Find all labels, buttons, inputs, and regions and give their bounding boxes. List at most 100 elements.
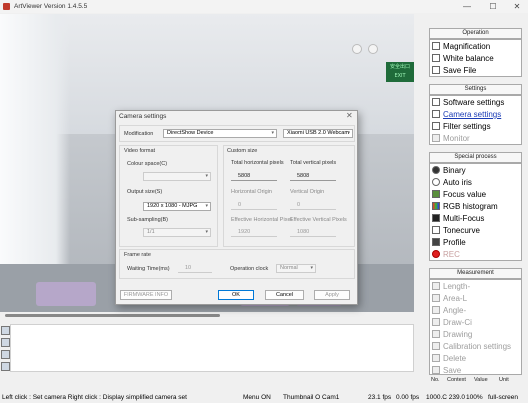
filter-settings-button[interactable]: Filter settings: [432, 121, 524, 132]
length-button[interactable]: Length-: [432, 281, 524, 292]
camera-settings-button[interactable]: Camera settings: [432, 109, 524, 120]
eff-h-input[interactable]: 1920: [231, 228, 277, 237]
measurement-col-value: Value: [474, 377, 488, 383]
cancel-button[interactable]: Cancel: [265, 290, 304, 300]
monitor-button[interactable]: Monitor: [432, 133, 524, 144]
ok-button[interactable]: OK: [218, 290, 254, 300]
status-fps-2: 0.00 fps: [396, 394, 420, 401]
chevron-down-icon: ▾: [205, 173, 208, 179]
output-size-select[interactable]: 1920 x 1080 - MJPG ▾: [143, 202, 211, 211]
dialog-close-button[interactable]: ✕: [346, 111, 353, 120]
ceiling-lamp: [352, 44, 362, 54]
modification-label: Modification: [124, 131, 154, 137]
close-button[interactable]: ✕: [506, 1, 528, 12]
magnification-button[interactable]: Magnification: [432, 41, 524, 52]
area-icon: [432, 294, 440, 302]
chevron-down-icon: ▾: [310, 265, 313, 271]
sub-sampling-select[interactable]: 1/1 ▾: [143, 228, 211, 237]
rec-button[interactable]: REC: [432, 249, 524, 260]
delete-button[interactable]: Delete: [432, 353, 524, 364]
filter-settings-icon: [432, 122, 440, 130]
op-clock-label: Operation clock: [230, 266, 269, 272]
software-settings-button[interactable]: Software settings: [432, 97, 524, 108]
eff-v-input[interactable]: 1080: [290, 228, 336, 237]
save-button[interactable]: Save: [432, 365, 524, 376]
maximize-button[interactable]: ☐: [482, 1, 504, 12]
save-file-icon: [432, 66, 440, 74]
scrollbar-thumb[interactable]: [5, 314, 220, 317]
colour-space-label: Colour space(C): [127, 161, 168, 167]
delete-icon: [432, 354, 440, 362]
device-select[interactable]: Xiaomi USB 2.0 Webcam ▾: [283, 129, 353, 138]
thumbnail-strip: [0, 324, 10, 372]
rgb-histogram-icon: [432, 202, 440, 210]
output-size-label: Output size(S): [127, 189, 163, 195]
drawing-button[interactable]: Drawing: [432, 329, 524, 340]
waiting-time-label: Waiting Time(ms): [127, 266, 170, 272]
draw-circle-button[interactable]: Draw-Ci: [432, 317, 524, 328]
total-v-label: Total vertical pixels: [290, 160, 337, 166]
rgb-histogram-button[interactable]: RGB histogram: [432, 201, 524, 212]
thumbnail-icon[interactable]: [1, 350, 10, 359]
binary-button[interactable]: Binary: [432, 165, 524, 176]
ceiling-lamp: [368, 44, 378, 54]
custom-size-title: Custom size: [227, 148, 258, 154]
area-button[interactable]: Area-L: [432, 293, 524, 304]
status-hint: Left click : Set camera Right click : Di…: [2, 394, 187, 401]
app-icon: [3, 3, 10, 10]
thumbnail-icon[interactable]: [1, 326, 10, 335]
op-clock-select[interactable]: Normal ▾: [276, 264, 316, 273]
tonecurve-button[interactable]: Tonecurve: [432, 225, 524, 236]
chevron-down-icon: ▾: [205, 229, 208, 235]
total-v-input[interactable]: 5808: [290, 172, 336, 181]
software-settings-icon: [432, 98, 440, 106]
window-title: ArtViewer Version 1.4.5.5: [14, 3, 88, 10]
measurement-header: Measurement: [429, 268, 522, 279]
modification-select[interactable]: DirectShow Device ▾: [163, 129, 277, 138]
status-menu: Menu ON: [243, 394, 271, 401]
h-origin-input[interactable]: 0: [231, 201, 277, 210]
status-fps-1: 23.1 fps: [368, 394, 392, 401]
apply-button[interactable]: Apply: [314, 290, 350, 300]
chevron-down-icon: ▾: [205, 203, 208, 209]
profile-button[interactable]: Profile: [432, 237, 524, 248]
colour-space-select[interactable]: ▾: [143, 172, 211, 181]
firmware-info-button[interactable]: FIRMWARE INFO: [120, 290, 172, 300]
rec-icon: [432, 250, 440, 258]
magnifier-icon: [432, 42, 440, 50]
status-coords: 1000.C 239.0: [426, 394, 466, 401]
thumbnail-icon[interactable]: [1, 362, 10, 371]
multi-focus-button[interactable]: Multi-Focus: [432, 213, 524, 224]
auto-iris-icon: [432, 178, 440, 186]
waiting-time-input[interactable]: 10: [178, 264, 212, 273]
camera-settings-icon: [432, 110, 440, 118]
right-panel: Operation Magnification White balance Sa…: [428, 14, 528, 389]
white-balance-icon: [432, 54, 440, 62]
white-balance-button[interactable]: White balance: [432, 53, 524, 64]
frame-rate-title: Frame rate: [124, 252, 151, 258]
measurement-col-context: Context: [447, 377, 466, 383]
v-origin-label: Vertical Origin: [290, 189, 325, 195]
minimize-button[interactable]: —: [456, 1, 478, 12]
total-h-label: Total horizontal pixels: [231, 160, 284, 166]
focus-value-button[interactable]: Focus value: [432, 189, 524, 200]
calibration-settings-button[interactable]: Calibration settings: [432, 341, 524, 352]
monitor-icon: [432, 134, 440, 142]
draw-circle-icon: [432, 318, 440, 326]
v-origin-input[interactable]: 0: [290, 201, 336, 210]
angle-button[interactable]: Angle-: [432, 305, 524, 316]
drawing-icon: [432, 330, 440, 338]
save-file-button[interactable]: Save File: [432, 65, 524, 76]
chevron-down-icon: ▾: [347, 130, 350, 136]
operation-header: Operation: [429, 28, 522, 39]
thumbnail-icon[interactable]: [1, 338, 10, 347]
total-h-input[interactable]: 5808: [231, 172, 277, 181]
status-bar: Left click : Set camera Right click : Di…: [0, 393, 528, 403]
dialog-title: Camera settings: [119, 113, 167, 120]
special-process-header: Special process: [429, 152, 522, 163]
focus-value-icon: [432, 190, 440, 198]
status-zoom: 100%: [466, 394, 483, 401]
angle-icon: [432, 306, 440, 314]
auto-iris-button[interactable]: Auto iris: [432, 177, 524, 188]
chevron-down-icon: ▾: [271, 130, 274, 136]
